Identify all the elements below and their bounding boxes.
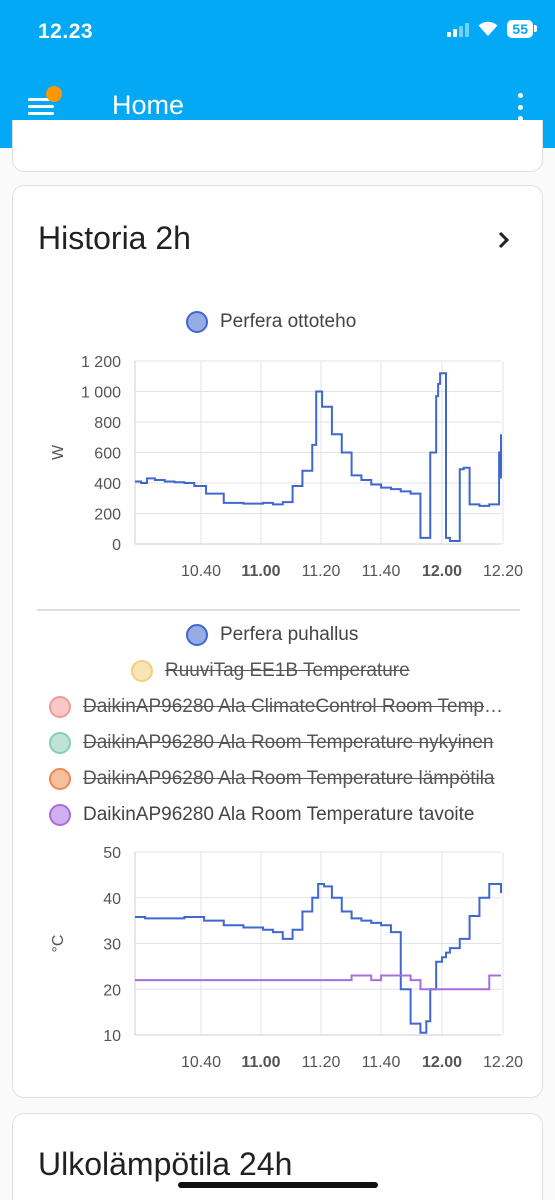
x-tick-label: 12.20 <box>483 563 523 580</box>
legend-item[interactable]: Perfera ottoteho <box>186 311 356 333</box>
legend-item[interactable]: RuuviTag EE1B Temperature <box>131 660 410 682</box>
cellular-signal-icon <box>447 21 470 37</box>
y-axis-label: °C <box>50 935 67 953</box>
y-tick-label: 600 <box>94 446 121 463</box>
legend-label: Perfera ottoteho <box>220 311 357 332</box>
legend-label: Perfera puhallus <box>220 624 359 645</box>
legend-swatch-icon <box>131 660 153 682</box>
temperature-chart: 10 20 30 40 50 10.40 11.00 11.20 11.40 12.00 12.20… <box>50 845 523 1071</box>
notification-badge <box>46 86 62 102</box>
x-tick-label: 11.40 <box>362 563 401 580</box>
status-icons: 55 <box>447 20 537 38</box>
card-title: Historia 2h <box>38 220 191 256</box>
x-tick-label: 11.20 <box>302 563 341 580</box>
x-tick-label: 12.00 <box>422 1054 462 1071</box>
x-tick-label: 12.00 <box>422 563 462 580</box>
x-tick-label: 10.40 <box>181 1054 221 1071</box>
legend-swatch-icon <box>49 732 71 754</box>
legend-label: DaikinAP96280 Ala Room Temperature nykyi… <box>83 732 494 753</box>
legend-swatch-icon <box>49 768 71 790</box>
legend-item[interactable]: DaikinAP96280 Ala Room Temperature lämpö… <box>49 768 495 790</box>
y-tick-label: 0 <box>112 537 121 554</box>
legend-label: DaikinAP96280 Ala Room Temperature tavoi… <box>83 804 475 825</box>
x-tick-label: 12.20 <box>483 1054 523 1071</box>
legend-item[interactable]: Perfera puhallus <box>186 624 358 646</box>
y-tick-label: 30 <box>103 937 121 954</box>
y-tick-label: 1 200 <box>81 354 121 371</box>
x-tick-label: 11.00 <box>241 563 280 580</box>
y-axis-label: W <box>50 444 67 460</box>
menu-button[interactable] <box>26 86 66 122</box>
y-tick-label: 800 <box>94 415 121 432</box>
page-title: Home <box>112 90 185 120</box>
y-tick-label: 400 <box>94 476 121 493</box>
legend-item[interactable]: DaikinAP96280 Ala ClimateControl Room Te… <box>49 696 509 718</box>
y-tick-label: 20 <box>103 982 121 999</box>
y-tick-label: 40 <box>103 891 121 908</box>
overflow-menu-button[interactable] <box>515 93 525 121</box>
x-tick-label: 11.20 <box>302 1054 341 1071</box>
legend-item[interactable]: DaikinAP96280 Ala Room Temperature nykyi… <box>49 732 494 754</box>
legend-swatch-icon <box>186 624 208 646</box>
battery-icon: 55 <box>507 20 537 38</box>
x-tick-label: 11.00 <box>241 1054 280 1071</box>
y-tick-label: 200 <box>94 507 121 524</box>
legend-swatch-icon <box>186 311 208 333</box>
power-chart: 0 200 400 600 800 1 000 1 200 10.40 11.00 11.20 11… <box>50 354 523 580</box>
y-tick-label: 50 <box>103 845 121 862</box>
divider <box>37 609 520 611</box>
card-title: Ulkolämpötila 24h <box>38 1146 293 1182</box>
history-card: Historia 2h 0 200 400 600 800 1 000 1 200 10.40… <box>12 185 543 1098</box>
y-tick-label: 1 000 <box>81 385 121 402</box>
status-time: 12.23 <box>38 20 94 43</box>
legend-label: RuuviTag EE1B Temperature <box>165 660 410 681</box>
home-indicator[interactable] <box>178 1182 378 1188</box>
legend-item[interactable]: DaikinAP96280 Ala Room Temperature tavoi… <box>49 804 475 826</box>
legend-label: DaikinAP96280 Ala Room Temperature lämpö… <box>83 768 495 789</box>
series-line <box>135 974 501 991</box>
wifi-icon <box>478 21 498 36</box>
x-tick-label: 10.40 <box>181 563 221 580</box>
legend-swatch-icon <box>49 804 71 826</box>
y-tick-label: 10 <box>103 1028 121 1045</box>
series-line <box>135 372 502 542</box>
legend-swatch-icon <box>49 696 71 718</box>
x-tick-label: 11.40 <box>362 1054 401 1071</box>
series-line <box>135 883 502 1034</box>
legend-label: DaikinAP96280 Ala ClimateControl Room Te… <box>83 696 509 717</box>
chevron-right-icon[interactable] <box>496 230 512 250</box>
previous-card <box>12 120 543 172</box>
